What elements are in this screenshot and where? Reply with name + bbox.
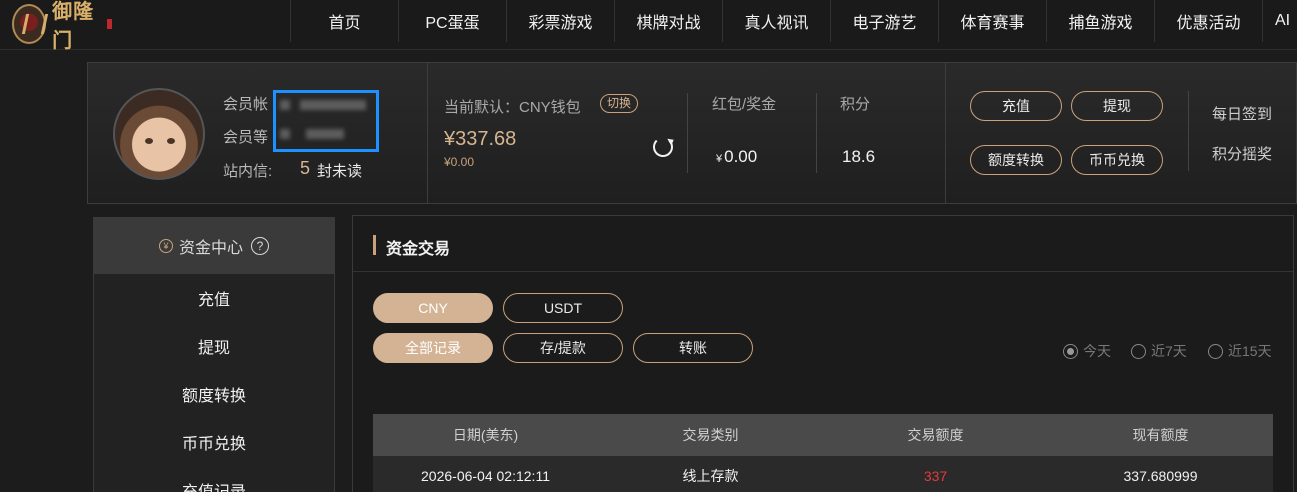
range-today-label: 今天 xyxy=(1083,343,1111,359)
transactions-table: 日期(美东) 交易类别 交易额度 现有额度 2026-06-04 02:12:1… xyxy=(373,414,1273,492)
redpacket-label: 红包/奖金 xyxy=(712,96,777,113)
brand-name: 御隆门 xyxy=(52,1,95,52)
cell-amount: 337 xyxy=(923,468,948,484)
column-header: 现有额度 xyxy=(1132,427,1189,443)
wallet-label: 当前默认：CNY钱包 xyxy=(444,99,581,116)
redacted-level xyxy=(306,129,344,139)
divider xyxy=(427,63,428,203)
tab-transfer[interactable]: 转账 xyxy=(633,333,753,363)
table-header: 日期(美东) 交易类别 交易额度 现有额度 xyxy=(373,414,1273,456)
account-panel: 会员帐 会员等 站内信: 5 封未读 当前默认：CNY钱包 切换 ¥337.68… xyxy=(87,62,1297,204)
nav-item-chess[interactable]: 棋牌对战 xyxy=(614,0,722,42)
radio-unchecked-icon xyxy=(1131,343,1146,359)
unread-label[interactable]: 封未读 xyxy=(317,160,362,181)
column-header: 日期(美东) xyxy=(452,427,519,443)
transfer-button[interactable]: 额度转换 xyxy=(970,145,1062,175)
wallet-balance: ¥337.68 xyxy=(444,128,517,150)
tab-all-records[interactable]: 全部记录 xyxy=(373,333,493,363)
nav-item-ai[interactable]: AI xyxy=(1262,0,1297,42)
points-lottery-link[interactable]: 积分摇奖 xyxy=(1212,143,1272,164)
range-15d-radio[interactable]: 近15天 xyxy=(1208,341,1272,361)
divider xyxy=(945,63,946,203)
logo-emblem-icon xyxy=(12,4,47,44)
nav-item-sports[interactable]: 体育赛事 xyxy=(938,0,1046,42)
nav-item-slots[interactable]: 电子游艺 xyxy=(830,0,938,42)
nav-item-promotions[interactable]: 优惠活动 xyxy=(1154,0,1262,42)
nav-item-pcdd[interactable]: PC蛋蛋 xyxy=(398,0,506,42)
redacted-fragment xyxy=(280,129,290,139)
main-panel: 资金交易 CNY USDT 全部记录 存/提款 转账 今天 近7天 近15天 日… xyxy=(352,215,1294,492)
top-navbar: 御隆门 首页 PC蛋蛋 彩票游戏 棋牌对战 真人视讯 电子游艺 体育赛事 捕鱼游… xyxy=(0,0,1297,52)
range-today-radio[interactable]: 今天 xyxy=(1063,341,1111,361)
radio-unchecked-icon xyxy=(1208,343,1223,359)
logo-seal-icon xyxy=(106,19,112,29)
help-icon[interactable]: ? xyxy=(251,237,269,255)
wallet-sub-balance: ¥0.00 xyxy=(444,155,475,169)
table-row: 2026-06-04 02:12:11 线上存款 337 337.680999 xyxy=(373,456,1273,492)
deposit-button[interactable]: 充值 xyxy=(970,91,1062,121)
sidebar-item-deposit[interactable]: 充值 xyxy=(94,274,334,322)
avatar[interactable] xyxy=(113,88,205,180)
column-header: 交易类别 xyxy=(682,427,739,443)
sidebar-item-withdraw[interactable]: 提现 xyxy=(94,322,334,370)
nav-item-home[interactable]: 首页 xyxy=(290,0,398,42)
divider xyxy=(1188,91,1189,171)
range-7d-label: 近7天 xyxy=(1151,343,1187,359)
exchange-button[interactable]: 币币兑换 xyxy=(1071,145,1163,175)
sidebar-header: ¥ 资金中心 ? xyxy=(94,218,334,274)
withdraw-button[interactable]: 提现 xyxy=(1071,91,1163,121)
account-label: 会员帐 xyxy=(223,96,269,113)
yen-icon: ¥ xyxy=(158,239,173,253)
main-nav: 首页 PC蛋蛋 彩票游戏 棋牌对战 真人视讯 电子游艺 体育赛事 捕鱼游戏 优惠… xyxy=(290,0,1297,42)
messages-label: 站内信: xyxy=(223,163,273,180)
range-15d-label: 近15天 xyxy=(1228,343,1272,359)
range-7d-radio[interactable]: 近7天 xyxy=(1131,341,1187,361)
title-accent-bar xyxy=(373,235,376,255)
cell-type: 线上存款 xyxy=(682,468,739,484)
nav-item-live[interactable]: 真人视讯 xyxy=(722,0,830,42)
sidebar-item-exchange[interactable]: 币币兑换 xyxy=(94,418,334,466)
redacted-fragment xyxy=(280,100,290,110)
redacted-account xyxy=(300,100,366,110)
sidebar-item-transfer[interactable]: 额度转换 xyxy=(94,370,334,418)
points-value: 18.6 xyxy=(842,147,876,166)
unread-count[interactable]: 5 xyxy=(300,158,310,179)
refresh-icon[interactable] xyxy=(653,137,673,157)
column-header: 交易额度 xyxy=(907,427,964,443)
page-title: 资金交易 xyxy=(386,241,451,258)
main-header: 资金交易 xyxy=(353,216,1293,272)
tab-usdt[interactable]: USDT xyxy=(503,293,623,323)
radio-checked-icon xyxy=(1063,343,1078,359)
sidebar: ¥ 资金中心 ? 充值 提现 额度转换 币币兑换 充值记录 xyxy=(93,217,335,492)
brand-logo[interactable]: 御隆门 xyxy=(12,1,112,52)
cell-balance: 337.680999 xyxy=(1123,468,1198,484)
redaction-highlight-box xyxy=(273,90,379,152)
sidebar-item-deposit-records[interactable]: 充值记录 xyxy=(94,466,334,492)
cell-date: 2026-06-04 02:12:11 xyxy=(421,468,550,484)
sidebar-title: 资金中心 xyxy=(178,240,243,257)
points-label: 积分 xyxy=(840,96,871,113)
tab-cny[interactable]: CNY xyxy=(373,293,493,323)
divider xyxy=(816,93,817,173)
tab-deposit-withdraw[interactable]: 存/提款 xyxy=(503,333,623,363)
nav-item-fishing[interactable]: 捕鱼游戏 xyxy=(1046,0,1154,42)
divider xyxy=(687,93,688,173)
level-label: 会员等 xyxy=(223,129,269,146)
switch-wallet-button[interactable]: 切换 xyxy=(600,94,639,113)
daily-checkin-link[interactable]: 每日签到 xyxy=(1212,103,1272,124)
nav-item-lottery[interactable]: 彩票游戏 xyxy=(506,0,614,42)
redpacket-value: ¥0.00 xyxy=(716,147,758,166)
